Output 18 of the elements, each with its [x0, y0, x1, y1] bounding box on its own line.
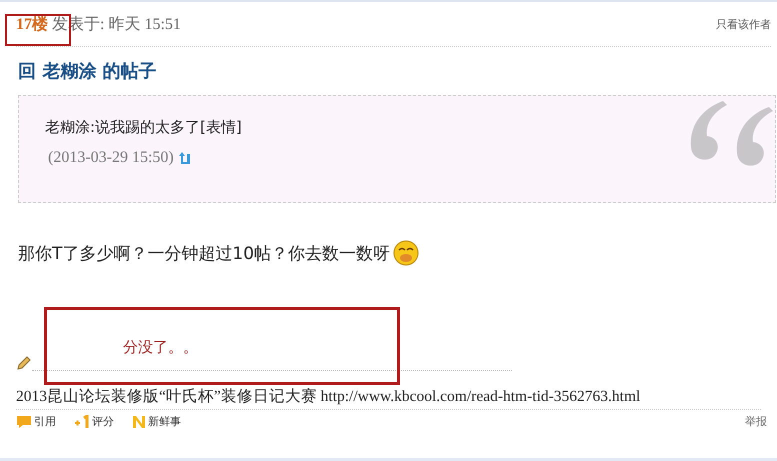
floor-number: 17楼: [16, 16, 48, 32]
quote-time: (2013-03-29 15:50): [48, 149, 174, 167]
post-title: 回 老糊涂 的帖子: [18, 60, 158, 83]
annotation-text: 分没了。。: [123, 338, 198, 357]
author-only-link[interactable]: 只看该作者: [716, 16, 771, 32]
plus-one-icon: [74, 414, 90, 428]
quote-text: 老糊涂:说我踢的太多了[表情]: [45, 118, 243, 137]
pencil-icon: [16, 355, 32, 371]
smiley-icon: [392, 239, 420, 267]
signature-text: 2013昆山论坛装修版“叶氏杯”装修日记大赛 http://www.kbcool.com/read-htm-tid-3562763.html: [16, 386, 761, 410]
post-body: 那你T了多少啊？一分钟超过10帖？你去数一数呀: [18, 242, 390, 264]
report-link[interactable]: 举报: [745, 414, 767, 429]
news-link[interactable]: 新鲜事: [132, 414, 181, 429]
quote-link[interactable]: 引用: [16, 414, 56, 429]
rate-link[interactable]: 评分: [74, 414, 114, 429]
letter-n-icon: [132, 414, 146, 428]
speech-bubble-icon: [16, 414, 32, 428]
jump-up-icon[interactable]: [178, 151, 192, 165]
